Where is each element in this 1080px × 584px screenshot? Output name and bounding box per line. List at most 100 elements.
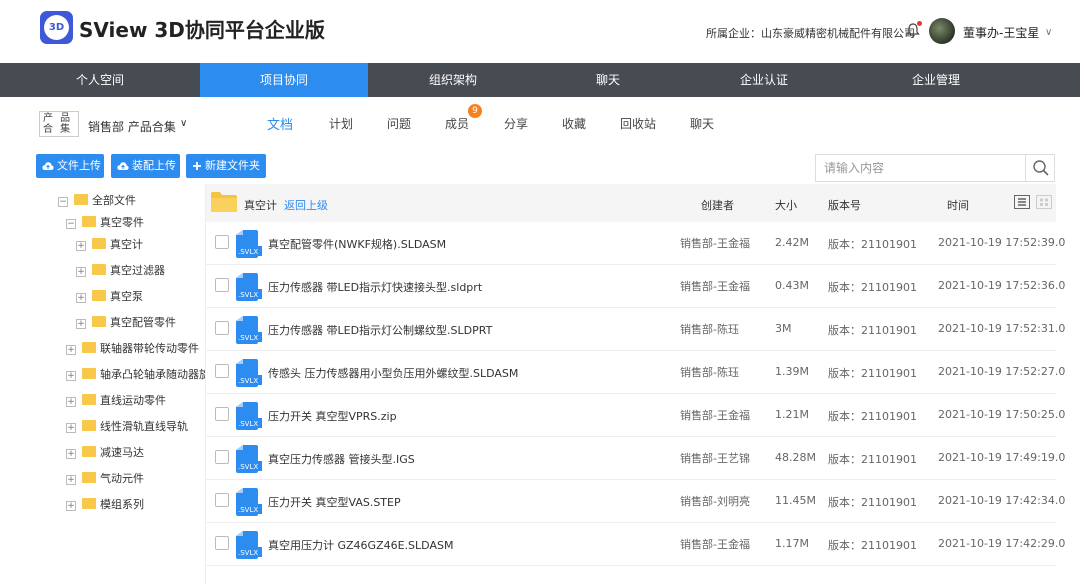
file-name[interactable]: 真空配管零件(NWKF规格).SLDASM xyxy=(268,236,446,252)
tab-share[interactable]: 分享 xyxy=(504,115,528,132)
search-input[interactable] xyxy=(824,161,1014,175)
expand-icon[interactable]: + xyxy=(66,501,76,511)
folder-icon xyxy=(82,446,96,457)
file-name[interactable]: 压力开关 真空型VPRS.zip xyxy=(268,408,397,424)
upload-assembly-button[interactable]: 装配上传 xyxy=(111,154,180,178)
tree-node-module-series[interactable]: + 模组系列 xyxy=(66,496,144,514)
tree-node-linear-guides[interactable]: + 线性滑轨直线导轨 xyxy=(66,418,188,436)
back-link[interactable]: 返回上级 xyxy=(284,199,328,212)
file-type-label: .SVLX xyxy=(238,377,258,385)
row-checkbox[interactable] xyxy=(215,536,229,550)
expand-icon[interactable]: + xyxy=(76,293,86,303)
collapse-icon[interactable]: − xyxy=(58,197,68,207)
cloud-upload-icon xyxy=(42,162,54,170)
file-type-label: .SVLX xyxy=(238,549,258,557)
table-row[interactable]: .SVLX 真空压力传感器 管接头型.IGS 销售部-王艺锦 48.28M 版本… xyxy=(206,437,1065,480)
tab-documents[interactable]: 文档 xyxy=(267,114,293,133)
nav-enterprise-admin[interactable]: 企业管理 xyxy=(850,63,1022,97)
tree-node-vacuum-filter[interactable]: + 真空过滤器 xyxy=(76,262,165,280)
expand-icon[interactable]: + xyxy=(76,319,86,329)
table-row[interactable]: .SVLX 压力开关 真空型VPRS.zip 销售部-王金福 1.21M 版本：… xyxy=(206,394,1065,437)
row-checkbox[interactable] xyxy=(215,278,229,292)
table-row[interactable]: .SVLX 真空用压力计 GZ46GZ46E.SLDASM 销售部-王金福 1.… xyxy=(206,523,1065,566)
expand-icon[interactable]: + xyxy=(66,397,76,407)
upload-file-button[interactable]: 文件上传 xyxy=(36,154,104,178)
chevron-down-icon[interactable]: ∨ xyxy=(1045,27,1052,38)
table-row[interactable]: .SVLX 真空配管零件(NWKF规格).SLDASM 销售部-王金福 2.42… xyxy=(206,222,1065,265)
expand-icon[interactable]: + xyxy=(76,241,86,251)
nav-chat[interactable]: 聊天 xyxy=(538,63,678,97)
tree-node-label: 模组系列 xyxy=(100,498,144,511)
user-name[interactable]: 董事办-王宝星 xyxy=(963,24,1039,41)
table-row[interactable]: .SVLX 压力开关 真空型VAS.STEP 销售部-刘明亮 11.45M 版本… xyxy=(206,480,1065,523)
collapse-icon[interactable]: − xyxy=(66,219,76,229)
file-version: 版本：21101901 xyxy=(828,324,917,337)
row-checkbox[interactable] xyxy=(215,493,229,507)
file-name[interactable]: 压力开关 真空型VAS.STEP xyxy=(268,494,401,510)
row-checkbox[interactable] xyxy=(215,364,229,378)
breadcrumb: 真空计 返回上级 xyxy=(244,197,328,213)
file-name[interactable]: 传感头 压力传感器用小型负压用外螺纹型.SLDASM xyxy=(268,365,518,381)
file-name[interactable]: 压力传感器 带LED指示灯快速接头型.sldprt xyxy=(268,279,482,295)
tab-plan[interactable]: 计划 xyxy=(329,115,353,132)
file-name[interactable]: 压力传感器 带LED指示灯公制螺纹型.SLDPRT xyxy=(268,322,492,338)
nav-personal-space[interactable]: 个人空间 xyxy=(0,63,200,97)
tree-node-label: 减速马达 xyxy=(100,446,144,459)
avatar[interactable] xyxy=(929,18,955,44)
tree-node-pneumatics[interactable]: + 气动元件 xyxy=(66,470,144,488)
row-checkbox[interactable] xyxy=(215,235,229,249)
table-row[interactable]: .SVLX 传感头 压力传感器用小型负压用外螺纹型.SLDASM 销售部-陈珏 … xyxy=(206,351,1065,394)
file-size: 3M xyxy=(775,322,792,335)
tree-node-bearings[interactable]: + 轴承凸轮轴承随动器旋转 xyxy=(66,366,205,384)
chevron-down-icon[interactable]: ∨ xyxy=(180,118,187,129)
row-checkbox[interactable] xyxy=(215,450,229,464)
table-row[interactable]: .SVLX 压力传感器 带LED指示灯快速接头型.sldprt 销售部-王金福 … xyxy=(206,265,1065,308)
file-type-label: .SVLX xyxy=(238,506,258,514)
column-version[interactable]: 版本号 xyxy=(828,197,861,213)
file-name[interactable]: 真空用压力计 GZ46GZ46E.SLDASM xyxy=(268,537,453,553)
file-name[interactable]: 真空压力传感器 管接头型.IGS xyxy=(268,451,415,467)
expand-icon[interactable]: + xyxy=(76,267,86,277)
tree-node-vacuum-parts[interactable]: − 真空零件 xyxy=(66,214,144,232)
tree-node-couplings[interactable]: + 联轴器带轮传动零件 xyxy=(66,340,199,358)
column-creator[interactable]: 创建者 xyxy=(701,197,734,213)
file-version: 版本：21101901 xyxy=(828,238,917,251)
tab-recycle-bin[interactable]: 回收站 xyxy=(620,115,656,132)
file-creator: 销售部-王金福 xyxy=(680,237,750,250)
project-selector[interactable]: 销售部 产品合集 xyxy=(88,118,176,135)
tree-node-vacuum-piping[interactable]: + 真空配管零件 xyxy=(76,314,176,332)
file-creator: 销售部-王金福 xyxy=(680,409,750,422)
expand-icon[interactable]: + xyxy=(66,371,76,381)
expand-icon[interactable]: + xyxy=(66,475,76,485)
new-folder-button[interactable]: 新建文件夹 xyxy=(186,154,266,178)
list-view-icon[interactable] xyxy=(1014,195,1030,209)
row-checkbox[interactable] xyxy=(215,321,229,335)
tree-node-vacuum-gauge[interactable]: + 真空计 xyxy=(76,236,143,254)
expand-icon[interactable]: + xyxy=(66,423,76,433)
tree-node-gear-motors[interactable]: + 减速马达 xyxy=(66,444,144,462)
search-icon[interactable] xyxy=(1032,159,1050,177)
tab-chat[interactable]: 聊天 xyxy=(690,115,714,132)
tree-node-linear-motion[interactable]: + 直线运动零件 xyxy=(66,392,166,410)
members-count-badge: 9 xyxy=(468,104,482,118)
nav-org-structure[interactable]: 组织架构 xyxy=(368,63,538,97)
tree-node-label: 全部文件 xyxy=(92,194,136,207)
nav-project-collab[interactable]: 项目协同 xyxy=(200,63,368,97)
table-row[interactable]: .SVLX 压力传感器 带LED指示灯公制螺纹型.SLDPRT 销售部-陈珏 3… xyxy=(206,308,1065,351)
notification-dot xyxy=(917,21,922,26)
expand-icon[interactable]: + xyxy=(66,345,76,355)
nav-enterprise-cert[interactable]: 企业认证 xyxy=(678,63,850,97)
column-size[interactable]: 大小 xyxy=(775,197,797,213)
tab-issues[interactable]: 问题 xyxy=(387,115,411,132)
tree-node-all-files[interactable]: − 全部文件 xyxy=(58,192,136,210)
tab-favorites[interactable]: 收藏 xyxy=(562,115,586,132)
expand-icon[interactable]: + xyxy=(66,449,76,459)
app-logo[interactable]: 3D xyxy=(40,11,73,44)
folder-icon xyxy=(82,498,96,509)
column-time[interactable]: 时间 xyxy=(947,197,969,213)
grid-view-icon[interactable] xyxy=(1036,195,1052,209)
row-checkbox[interactable] xyxy=(215,407,229,421)
tab-members[interactable]: 成员 xyxy=(445,115,469,132)
tree-node-vacuum-pump[interactable]: + 真空泵 xyxy=(76,288,143,306)
file-type-label: .SVLX xyxy=(238,420,258,428)
